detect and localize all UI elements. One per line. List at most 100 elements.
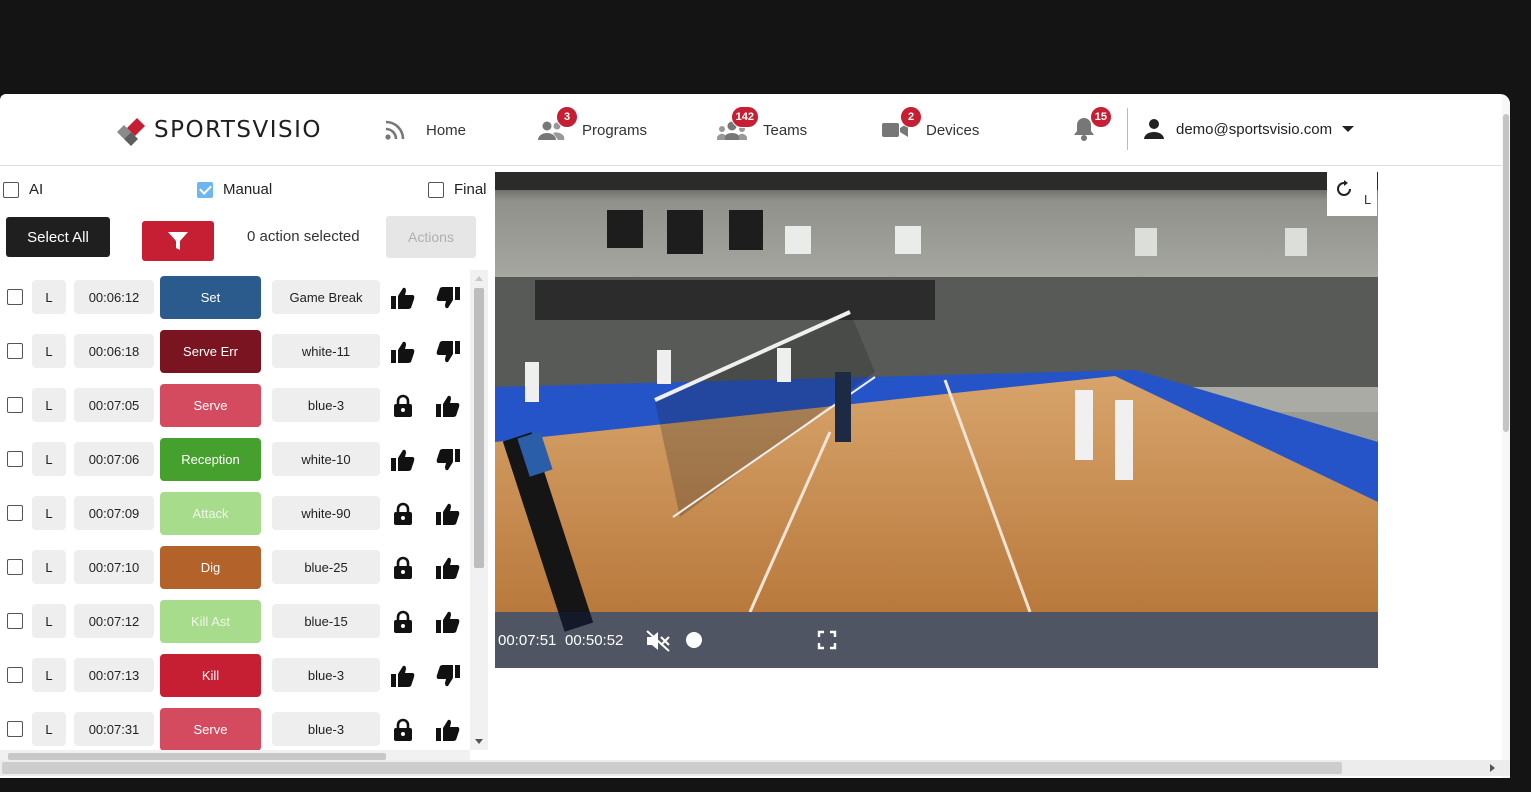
scroll-up-icon[interactable] bbox=[470, 272, 488, 284]
list-scrollbar[interactable] bbox=[470, 270, 488, 750]
thumb-up-icon[interactable] bbox=[434, 500, 462, 528]
row-checkbox[interactable] bbox=[7, 289, 23, 305]
row-checkbox[interactable] bbox=[7, 343, 23, 359]
row-timestamp[interactable]: 00:07:05 bbox=[74, 388, 154, 422]
row-side[interactable]: L bbox=[32, 442, 66, 476]
thumb-up-icon[interactable] bbox=[434, 716, 462, 744]
row-side[interactable]: L bbox=[32, 334, 66, 368]
filter-final[interactable]: Final bbox=[428, 181, 487, 198]
row-side[interactable]: L bbox=[32, 658, 66, 692]
thumb-down-icon[interactable] bbox=[434, 446, 462, 474]
thumb-down-icon[interactable] bbox=[434, 338, 462, 366]
rotate-button[interactable]: L bbox=[1327, 172, 1377, 216]
lock-icon[interactable] bbox=[389, 500, 417, 528]
muted-speaker-icon[interactable] bbox=[645, 629, 671, 653]
filter-manual-checkbox[interactable] bbox=[197, 181, 213, 198]
video-player[interactable]: 00:07:51 00:50:52 bbox=[495, 172, 1378, 668]
lock-icon[interactable] bbox=[389, 392, 417, 420]
row-side[interactable]: L bbox=[32, 280, 66, 314]
list-item[interactable]: L 00:06:18 Serve Err white-11 bbox=[0, 324, 470, 378]
row-checkbox[interactable] bbox=[7, 505, 23, 521]
list-item[interactable]: L 00:07:31 Serve blue-3 bbox=[0, 702, 470, 750]
list-horizontal-scroll-thumb[interactable] bbox=[8, 753, 386, 760]
row-checkbox[interactable] bbox=[7, 613, 23, 629]
nav-devices[interactable]: 2 Devices bbox=[880, 106, 979, 144]
row-player[interactable]: blue-25 bbox=[272, 550, 380, 584]
thumb-up-icon[interactable] bbox=[434, 608, 462, 636]
row-timestamp[interactable]: 00:07:10 bbox=[74, 550, 154, 584]
row-timestamp[interactable]: 00:06:18 bbox=[74, 334, 154, 368]
list-scroll-thumb[interactable] bbox=[474, 288, 484, 568]
lock-icon[interactable] bbox=[389, 608, 417, 636]
page-scroll-thumb[interactable] bbox=[1503, 114, 1509, 432]
lock-icon[interactable] bbox=[389, 554, 417, 582]
row-checkbox[interactable] bbox=[7, 667, 23, 683]
row-player[interactable]: white-10 bbox=[272, 442, 380, 476]
row-side[interactable]: L bbox=[32, 712, 66, 746]
row-action-tag[interactable]: Serve bbox=[160, 708, 261, 750]
nav-teams[interactable]: 142 Teams bbox=[717, 106, 807, 144]
horizontal-scrollbar[interactable] bbox=[0, 760, 1510, 776]
row-timestamp[interactable]: 00:07:13 bbox=[74, 658, 154, 692]
list-item[interactable]: L 00:07:06 Reception white-10 bbox=[0, 432, 470, 486]
brand-logo[interactable]: SPORTSVISIO bbox=[114, 114, 322, 146]
row-checkbox[interactable] bbox=[7, 397, 23, 413]
row-checkbox[interactable] bbox=[7, 451, 23, 467]
scroll-right-icon[interactable] bbox=[1488, 763, 1498, 773]
row-player[interactable]: blue-3 bbox=[272, 712, 380, 746]
row-side[interactable]: L bbox=[32, 388, 66, 422]
row-player[interactable]: blue-15 bbox=[272, 604, 380, 638]
row-player[interactable]: Game Break bbox=[272, 280, 380, 314]
thumb-up-icon[interactable] bbox=[389, 284, 417, 312]
thumb-up-icon[interactable] bbox=[389, 662, 417, 690]
thumb-down-icon[interactable] bbox=[434, 284, 462, 312]
row-action-tag[interactable]: Kill bbox=[160, 654, 261, 697]
list-item[interactable]: L 00:07:05 Serve blue-3 bbox=[0, 378, 470, 432]
row-action-tag[interactable]: Serve bbox=[160, 384, 261, 427]
page-scrollbar[interactable] bbox=[1502, 94, 1510, 778]
filter-button[interactable] bbox=[142, 221, 214, 261]
filter-final-checkbox[interactable] bbox=[428, 181, 444, 198]
row-action-tag[interactable]: Serve Err bbox=[160, 330, 261, 373]
row-checkbox[interactable] bbox=[7, 559, 23, 575]
nav-programs[interactable]: 3 Programs bbox=[536, 106, 647, 144]
thumb-up-icon[interactable] bbox=[389, 338, 417, 366]
nav-home[interactable]: Home bbox=[380, 116, 466, 144]
user-menu[interactable]: demo@sportsvisio.com bbox=[1143, 118, 1355, 140]
horizontal-scroll-thumb[interactable] bbox=[2, 762, 1342, 774]
thumb-down-icon[interactable] bbox=[434, 662, 462, 690]
row-timestamp[interactable]: 00:06:12 bbox=[74, 280, 154, 314]
row-player[interactable]: white-90 bbox=[272, 496, 380, 530]
list-item[interactable]: L 00:06:12 Set Game Break bbox=[0, 270, 470, 324]
select-all-button[interactable]: Select All bbox=[6, 217, 110, 257]
lock-icon[interactable] bbox=[389, 716, 417, 744]
list-item[interactable]: L 00:07:10 Dig blue-25 bbox=[0, 540, 470, 594]
filter-ai[interactable]: AI bbox=[3, 181, 43, 198]
row-timestamp[interactable]: 00:07:12 bbox=[74, 604, 154, 638]
row-checkbox[interactable] bbox=[7, 721, 23, 737]
filter-manual[interactable]: Manual bbox=[197, 181, 272, 198]
seek-handle[interactable] bbox=[686, 632, 702, 648]
row-action-tag[interactable]: Attack bbox=[160, 492, 261, 535]
row-player[interactable]: blue-3 bbox=[272, 658, 380, 692]
row-player[interactable]: white-11 bbox=[272, 334, 380, 368]
row-side[interactable]: L bbox=[32, 604, 66, 638]
notifications-bell[interactable]: 15 bbox=[1072, 106, 1112, 144]
row-timestamp[interactable]: 00:07:31 bbox=[74, 712, 154, 746]
actions-button[interactable]: Actions bbox=[386, 216, 476, 258]
thumb-up-icon[interactable] bbox=[434, 392, 462, 420]
row-player[interactable]: blue-3 bbox=[272, 388, 380, 422]
list-item[interactable]: L 00:07:13 Kill blue-3 bbox=[0, 648, 470, 702]
filter-ai-checkbox[interactable] bbox=[3, 181, 19, 198]
list-item[interactable]: L 00:07:12 Kill Ast blue-15 bbox=[0, 594, 470, 648]
fullscreen-icon[interactable] bbox=[817, 630, 837, 650]
row-action-tag[interactable]: Kill Ast bbox=[160, 600, 261, 643]
row-timestamp[interactable]: 00:07:09 bbox=[74, 496, 154, 530]
row-side[interactable]: L bbox=[32, 550, 66, 584]
scroll-down-icon[interactable] bbox=[470, 736, 488, 748]
row-action-tag[interactable]: Dig bbox=[160, 546, 261, 589]
row-side[interactable]: L bbox=[32, 496, 66, 530]
row-action-tag[interactable]: Set bbox=[160, 276, 261, 319]
row-action-tag[interactable]: Reception bbox=[160, 438, 261, 481]
thumb-up-icon[interactable] bbox=[434, 554, 462, 582]
